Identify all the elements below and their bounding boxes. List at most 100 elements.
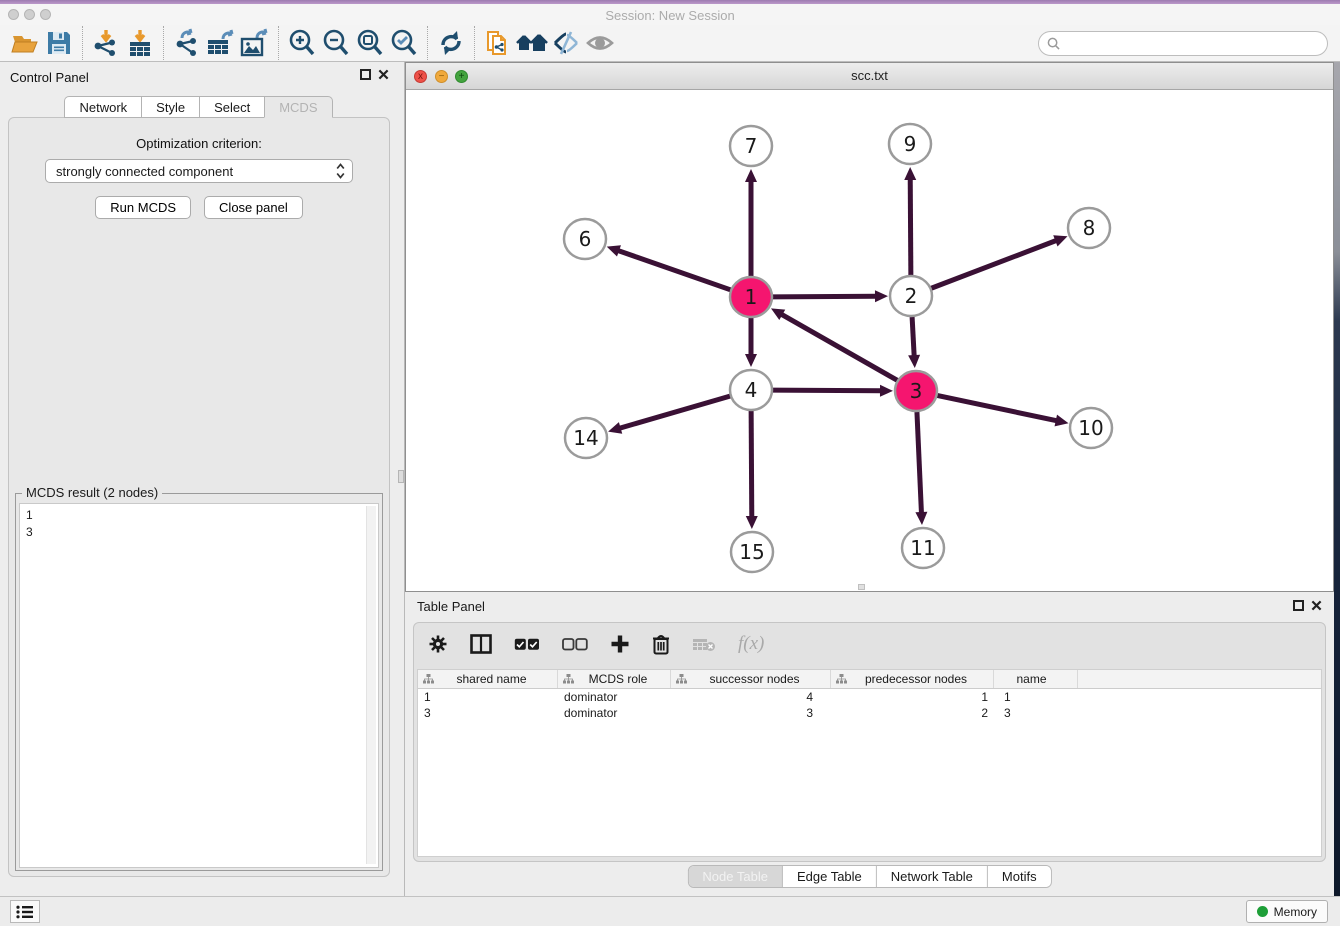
criterion-dropdown[interactable]: strongly connected component — [45, 159, 353, 183]
panel-divider[interactable] — [397, 62, 405, 896]
graph-node-label: 2 — [905, 284, 918, 308]
export-table-icon — [205, 28, 237, 58]
tab-network-table[interactable]: Network Table — [877, 866, 988, 887]
mcds-result-title: MCDS result (2 nodes) — [22, 485, 162, 500]
float-panel-icon[interactable] — [360, 69, 371, 80]
session-title: Session: New Session — [0, 8, 1340, 23]
tab-style[interactable]: Style — [141, 96, 199, 118]
trash-icon — [652, 634, 670, 655]
duplicate-network-button[interactable] — [481, 27, 515, 59]
graph-edge-2-8[interactable] — [931, 240, 1058, 288]
deselect-all-button[interactable] — [562, 638, 588, 651]
toolbar-separator — [278, 26, 279, 60]
graph-edge-2-3[interactable] — [912, 317, 914, 357]
graph-edge-3-1[interactable] — [781, 314, 898, 381]
gear-icon — [428, 634, 448, 654]
save-session-button[interactable] — [42, 27, 76, 59]
zoom-out-button[interactable] — [319, 27, 353, 59]
close-table-panel-icon[interactable] — [1311, 600, 1322, 611]
zoom-in-button[interactable] — [285, 27, 319, 59]
optimization-criterion-label: Optimization criterion: — [9, 136, 389, 151]
graph-edge-4-14[interactable] — [619, 396, 731, 429]
graph-edge-1-2[interactable] — [772, 296, 877, 297]
graph-edge-4-3[interactable] — [772, 390, 882, 391]
search-input[interactable] — [1065, 37, 1327, 51]
toolbar-separator — [474, 26, 475, 60]
close-panel-button[interactable]: Close panel — [204, 196, 303, 219]
graph-node-label: 4 — [745, 378, 758, 402]
mcds-result-textarea[interactable]: 1 3 — [19, 503, 379, 868]
table-row[interactable]: 3 dominator 3 2 3 — [418, 705, 1321, 721]
run-mcds-button[interactable]: Run MCDS — [95, 196, 191, 219]
unchecked-boxes-icon — [562, 638, 588, 651]
add-column-button[interactable] — [610, 634, 630, 654]
export-network-button[interactable] — [170, 27, 204, 59]
graph-edge-arrowhead — [607, 245, 621, 256]
graph-node-label: 6 — [579, 227, 592, 251]
graph-edge-3-11[interactable] — [917, 412, 922, 514]
open-session-button[interactable] — [8, 27, 42, 59]
home-view-button[interactable] — [515, 27, 549, 59]
node-table-container: f(x) shared name MCDS role successor nod… — [413, 622, 1326, 862]
import-table-button[interactable] — [123, 27, 157, 59]
table-panel-title: Table Panel — [417, 599, 485, 614]
delete-column-button[interactable] — [652, 634, 670, 655]
table-toolbar: f(x) — [414, 623, 1325, 665]
column-header-shared-name[interactable]: shared name — [418, 670, 558, 688]
apply-layout-button[interactable] — [434, 27, 468, 59]
function-builder-button-disabled: f(x) — [738, 633, 764, 655]
eye-icon — [585, 31, 615, 55]
zoom-out-icon — [321, 28, 351, 58]
column-header-name[interactable]: name — [994, 670, 1078, 688]
network-canvas[interactable]: 7968124314101511 — [406, 90, 1333, 591]
float-table-panel-icon[interactable] — [1293, 600, 1304, 611]
show-panels-button[interactable] — [583, 27, 617, 59]
application-window: Session: New Session — [0, 0, 1340, 926]
column-header-predecessor-nodes[interactable]: predecessor nodes — [831, 670, 994, 688]
column-header-successor-nodes[interactable]: successor nodes — [671, 670, 831, 688]
mcds-tab-content: Optimization criterion: strongly connect… — [8, 117, 390, 877]
refresh-icon — [437, 29, 465, 57]
graph-edge-arrowhead — [746, 516, 758, 529]
homes-icon — [515, 29, 549, 57]
select-all-button[interactable] — [514, 638, 540, 651]
graph-edge-arrowhead — [1055, 415, 1069, 427]
node-table[interactable]: shared name MCDS role successor nodes pr… — [417, 669, 1322, 857]
divider-grip[interactable] — [398, 470, 404, 483]
graph-edge-1-6[interactable] — [617, 250, 731, 290]
export-table-button[interactable] — [204, 27, 238, 59]
column-header-mcds-role[interactable]: MCDS role — [558, 670, 671, 688]
search-field[interactable] — [1038, 31, 1328, 56]
canvas-resize-grip[interactable] — [858, 584, 865, 590]
task-history-button[interactable] — [10, 900, 40, 923]
zoom-fit-button[interactable] — [353, 27, 387, 59]
tree-icon — [836, 674, 847, 684]
zoom-selected-button[interactable] — [387, 27, 421, 59]
table-settings-button[interactable] — [428, 634, 448, 654]
graph-edge-4-15[interactable] — [751, 411, 752, 518]
table-row[interactable]: 1 dominator 4 1 1 — [418, 689, 1321, 705]
delete-table-icon — [692, 636, 716, 652]
tab-select[interactable]: Select — [199, 96, 264, 118]
network-window-titlebar[interactable]: x − + scc.txt — [406, 63, 1333, 90]
tab-node-table[interactable]: Node Table — [688, 866, 783, 887]
tab-motifs[interactable]: Motifs — [988, 866, 1051, 887]
titlebar: Session: New Session — [0, 4, 1340, 25]
graph-edge-3-10[interactable] — [937, 395, 1058, 421]
close-panel-icon[interactable] — [378, 69, 389, 80]
memory-button[interactable]: Memory — [1246, 900, 1328, 923]
toolbar-separator — [82, 26, 83, 60]
graph-node-label: 7 — [745, 134, 758, 158]
tree-icon — [676, 674, 687, 684]
tab-network[interactable]: Network — [64, 96, 141, 118]
import-network-button[interactable] — [89, 27, 123, 59]
hide-panels-button[interactable] — [549, 27, 583, 59]
tab-mcds[interactable]: MCDS — [264, 96, 332, 118]
result-scrollbar[interactable] — [366, 506, 376, 864]
tab-edge-table[interactable]: Edge Table — [783, 866, 877, 887]
column-layout-button[interactable] — [470, 634, 492, 654]
export-image-button[interactable] — [238, 27, 272, 59]
graph-edge-2-9[interactable] — [910, 178, 911, 275]
network-graph[interactable]: 7968124314101511 — [406, 90, 1333, 591]
graph-edge-arrowhead — [745, 354, 757, 367]
